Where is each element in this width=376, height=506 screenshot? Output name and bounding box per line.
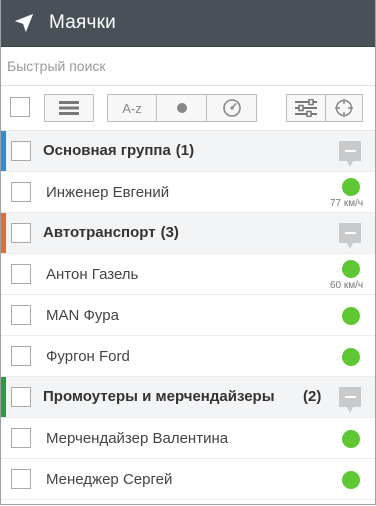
list-item[interactable]: Антон Газель 60 км/ч bbox=[1, 254, 375, 295]
item-checkbox[interactable] bbox=[11, 264, 31, 284]
item-name: Менеджер Сергей bbox=[46, 471, 173, 488]
group-checkbox[interactable] bbox=[11, 141, 31, 161]
locate-button[interactable] bbox=[326, 94, 363, 122]
list-item[interactable]: MAN Фура bbox=[1, 295, 375, 336]
collapse-button[interactable] bbox=[339, 223, 361, 249]
group-count: (3) bbox=[160, 224, 179, 241]
speed-gauge-icon bbox=[222, 99, 241, 117]
group-row-promoters[interactable]: Промоутеры и мерчендайзеры (2) bbox=[1, 377, 375, 418]
online-status-dot bbox=[342, 471, 360, 489]
speed-button[interactable] bbox=[207, 94, 257, 122]
panel-header: Маячки bbox=[1, 0, 375, 47]
group-name: Промоутеры и мерчендайзеры bbox=[43, 388, 275, 405]
menu-icon bbox=[59, 101, 79, 115]
group-name: Автотранспорт bbox=[43, 224, 156, 241]
item-speed: 60 км/ч bbox=[330, 280, 364, 291]
item-name: MAN Фура bbox=[46, 307, 119, 324]
sort-alpha-label: A-z bbox=[122, 100, 142, 116]
group-count: (2) bbox=[303, 388, 322, 405]
select-all-checkbox[interactable] bbox=[10, 97, 30, 117]
group-color-bar bbox=[1, 213, 6, 253]
online-status-dot bbox=[342, 260, 360, 278]
item-name: Фургон Ford bbox=[46, 348, 130, 365]
group-checkbox[interactable] bbox=[11, 387, 31, 407]
group-color-bar bbox=[1, 131, 6, 171]
crosshair-target-icon bbox=[335, 99, 353, 117]
minus-icon bbox=[344, 396, 356, 398]
beacons-panel: Маячки A-z bbox=[0, 0, 376, 505]
quick-search-input[interactable] bbox=[1, 47, 375, 85]
online-status-dot bbox=[342, 430, 360, 448]
online-status-dot bbox=[342, 348, 360, 366]
list-item[interactable]: Инженер Евгений 77 км/ч bbox=[1, 172, 375, 213]
collapse-button[interactable] bbox=[339, 387, 361, 413]
navigation-arrow-icon bbox=[14, 13, 34, 33]
group-row-vehicles[interactable]: Автотранспорт (3) bbox=[1, 213, 375, 254]
minus-icon bbox=[344, 232, 356, 234]
collapse-button[interactable] bbox=[339, 141, 361, 167]
panel-title: Маячки bbox=[49, 12, 116, 33]
group-row-main[interactable]: Основная группа (1) bbox=[1, 131, 375, 172]
list-item[interactable]: Мерчендайзер Валентина bbox=[1, 418, 375, 459]
item-checkbox[interactable] bbox=[11, 469, 31, 489]
group-name: Основная группа bbox=[43, 142, 171, 159]
minus-icon bbox=[344, 150, 356, 152]
item-speed: 77 км/ч bbox=[330, 198, 364, 209]
item-name: Антон Газель bbox=[46, 266, 139, 283]
item-checkbox[interactable] bbox=[11, 305, 31, 325]
status-dot-icon bbox=[176, 103, 187, 113]
list-item[interactable]: Менеджер Сергей bbox=[1, 459, 375, 500]
online-status-dot bbox=[342, 178, 360, 196]
group-checkbox[interactable] bbox=[11, 223, 31, 243]
settings-button[interactable] bbox=[286, 94, 326, 122]
item-checkbox[interactable] bbox=[11, 428, 31, 448]
item-name: Инженер Евгений bbox=[46, 184, 170, 201]
toolbar: A-z bbox=[1, 86, 375, 131]
group-title: Автотранспорт (3) bbox=[43, 224, 179, 241]
online-status-dot bbox=[342, 307, 360, 325]
item-name: Мерчендайзер Валентина bbox=[46, 430, 229, 447]
quick-search bbox=[1, 47, 375, 86]
settings-sliders-icon bbox=[295, 99, 317, 117]
group-count: (1) bbox=[175, 142, 195, 159]
menu-button[interactable] bbox=[44, 94, 94, 122]
group-color-bar bbox=[1, 377, 6, 417]
item-checkbox[interactable] bbox=[11, 182, 31, 202]
sort-alpha-button[interactable]: A-z bbox=[107, 94, 157, 122]
group-title: Основная группа (1) bbox=[43, 142, 194, 159]
item-checkbox[interactable] bbox=[11, 346, 31, 366]
status-filter-button[interactable] bbox=[157, 94, 207, 122]
list-item[interactable]: Фургон Ford bbox=[1, 336, 375, 377]
